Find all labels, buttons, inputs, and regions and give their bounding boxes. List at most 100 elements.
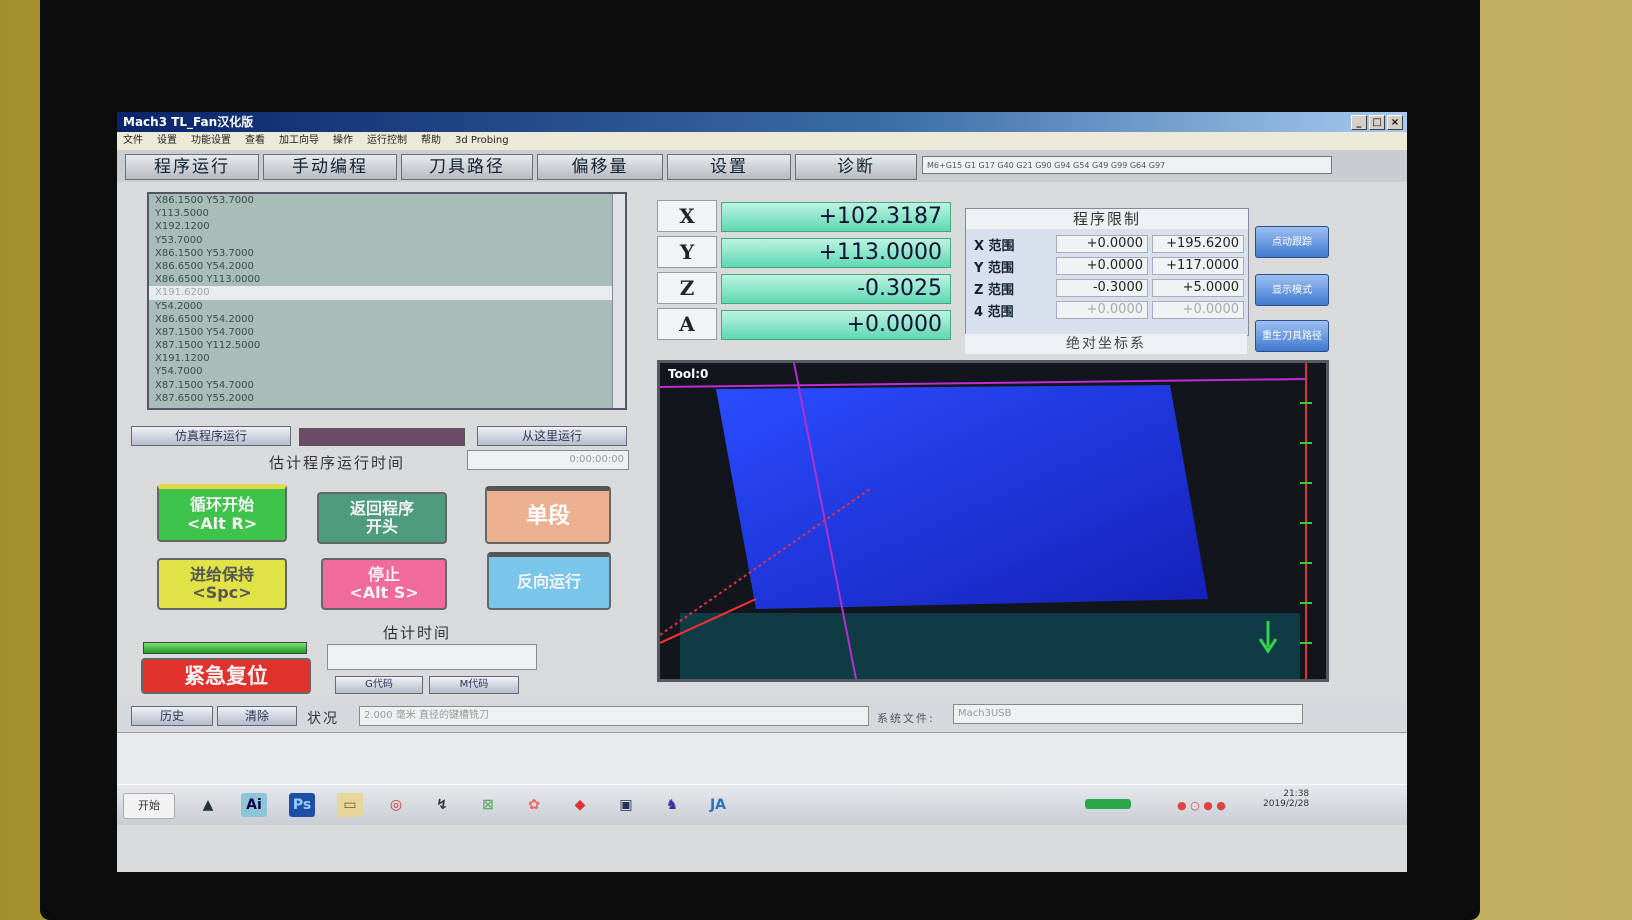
clear-button[interactable]: 清除 [217,706,297,726]
tab-program-run[interactable]: 程序运行 [125,154,259,180]
gcode-listing[interactable]: X86.1500 Y53.7000 Y113.5000 X192.1200 Y5… [147,192,627,410]
status-row: 历史 清除 状况 2.000 毫米 直径的键槽铣刀 系统文件: Mach3USB [117,700,1407,732]
floor-plane [680,613,1300,679]
toolpath-canvas [659,362,1326,680]
browser-icon[interactable]: ◎ [383,793,409,817]
app-icon-mach3[interactable]: ▲ [195,793,221,817]
dro-z[interactable]: -0.3025 [721,274,951,304]
code-line: Y113.5000 [155,208,209,220]
code-line: X86.6500 Y113.0000 [155,274,261,286]
dro-a[interactable]: +0.0000 [721,310,951,340]
mcode-button[interactable]: M代码 [429,676,519,694]
design-icon[interactable]: ▣ [613,793,639,817]
stop-button[interactable]: 停止 <Alt S> [321,558,447,610]
y-min: +0.0000 [1056,257,1148,275]
coordinate-system-label: 绝对坐标系 [965,334,1247,354]
run-from-here-button[interactable]: 从这里运行 [477,426,627,446]
z-min: -0.3000 [1056,279,1148,297]
menu-bar: 文件 设置 功能设置 查看 加工向导 操作 运行控制 帮助 3d Probing [117,132,1407,150]
menu-view[interactable]: 查看 [245,132,265,150]
clock-time: 21:38 [1283,789,1310,799]
profile-value: Mach3USB [953,704,1303,724]
menu-plugin-control[interactable]: 运行控制 [367,132,407,150]
menu-3d-probing[interactable]: 3d Probing [455,132,509,150]
tool-icon[interactable]: ♞ [659,793,685,817]
folder-icon[interactable]: ▭ [337,793,363,817]
tab-toolpath[interactable]: 刀具路径 [401,154,533,180]
jog-follow-button[interactable]: 点动跟踪 [1255,226,1329,258]
status-message: 2.000 毫米 直径的键槽铣刀 [359,706,869,726]
app-icon-photoshop[interactable]: Ps [289,793,315,817]
app-icon-ai[interactable]: Ai [241,793,267,817]
cycle-start-button[interactable]: 循环开始 <Alt R> [157,484,287,542]
axis-label-x: X [657,200,717,232]
display-mode-button[interactable]: 显示模式 [1255,274,1329,306]
menu-wizard[interactable]: 加工向导 [279,132,319,150]
axis-label-z: Z [657,272,717,304]
workpiece-surface [716,385,1208,609]
maximize-button[interactable]: □ [1369,115,1385,130]
spreadsheet-icon[interactable]: ⊠ [475,793,501,817]
clock-date: 2019/2/28 [1263,799,1310,809]
code-line: X86.1500 Y53.7000 [155,247,254,259]
code-line: X87.1500 Y54.7000 [155,379,254,391]
x-max: +195.6200 [1152,235,1244,253]
x-min: +0.0000 [1056,235,1148,253]
emergency-reset-button[interactable]: 紧急复位 [141,658,311,694]
tray-icons: ● ○ ● ● [1177,799,1226,812]
code-line-current: X191.6200 [149,286,625,300]
regenerate-toolpath-button[interactable]: 重生刀具路径 [1255,320,1329,352]
feed-hold-button[interactable]: 进给保持 <Spc> [157,558,287,610]
tab-settings[interactable]: 设置 [667,154,791,180]
tab-mdi[interactable]: 手动编程 [263,154,397,180]
history-button[interactable]: 历史 [131,706,213,726]
minimize-button[interactable]: _ [1351,115,1367,130]
title-bar: Mach3 TL_Fan汉化版 _ □ × [117,112,1407,132]
menu-config[interactable]: 设置 [157,132,177,150]
gcode-button[interactable]: G代码 [335,676,423,694]
a-min: +0.0000 [1056,301,1148,319]
tab-diagnostics[interactable]: 诊断 [795,154,917,180]
window-controls: _ □ × [1351,115,1403,130]
dro-x[interactable]: +102.3187 [721,202,951,232]
x-range-label: X 范围 [974,239,1015,254]
menu-function-config[interactable]: 功能设置 [191,132,231,150]
y-max: +117.0000 [1152,257,1244,275]
close-button[interactable]: × [1387,115,1403,130]
reverse-run-button[interactable]: 反向运行 [487,552,611,610]
window-title: Mach3 TL_Fan汉化版 [123,115,254,129]
rewind-button[interactable]: 返回程序 开头 [317,492,447,544]
menu-operator[interactable]: 操作 [333,132,353,150]
y-range-label: Y 范围 [974,261,1014,276]
message-area [117,732,1407,785]
program-limits-title: 程序限制 [966,209,1248,229]
code-line: X191.1200 [155,353,210,365]
single-block-button[interactable]: 单段 [485,486,611,544]
toolpath-display[interactable]: Tool:0 [657,360,1329,682]
taskbar: 开始 ▲ Ai Ps ▭ ◎ ↯ ⊠ ✿ ◆ ▣ ♞ JA ● ○ ● ● 21… [117,784,1407,825]
code-scrollbar[interactable] [612,194,625,408]
dro-y[interactable]: +113.0000 [721,238,951,268]
ja-icon[interactable]: JA [705,793,731,817]
simulate-program-button[interactable]: 仿真程序运行 [131,426,291,446]
tool-label: Tool:0 [668,367,709,381]
start-button[interactable]: 开始 [123,793,175,819]
cad-icon[interactable]: ↯ [429,793,455,817]
code-line: X86.6500 Y54.2000 [155,260,254,272]
program-limits-panel: 程序限制 X 范围 Y 范围 Z 范围 4 范围 +0.0000 +0.0000… [965,208,1249,336]
code-line: X192.1200 [155,221,210,233]
estimate-run-time-value: 0:00:00:00 [467,450,629,470]
tab-offsets[interactable]: 偏移量 [537,154,663,180]
menu-file[interactable]: 文件 [123,132,143,150]
sketch-icon[interactable]: ◆ [567,793,593,817]
color-wheel-icon[interactable]: ✿ [521,793,547,817]
estimate-time-field [327,644,537,670]
menu-help[interactable]: 帮助 [421,132,441,150]
code-line: Y54.2000 [155,300,203,312]
screen: Mach3 TL_Fan汉化版 _ □ × 文件 设置 功能设置 查看 加工向导… [117,112,1407,872]
estimate-time-label: 估计时间 [383,624,452,642]
axis-label-y: Y [657,236,717,268]
z-max: +5.0000 [1152,279,1244,297]
a-range-label: 4 范围 [974,305,1014,320]
axis-label-a: A [657,308,717,340]
